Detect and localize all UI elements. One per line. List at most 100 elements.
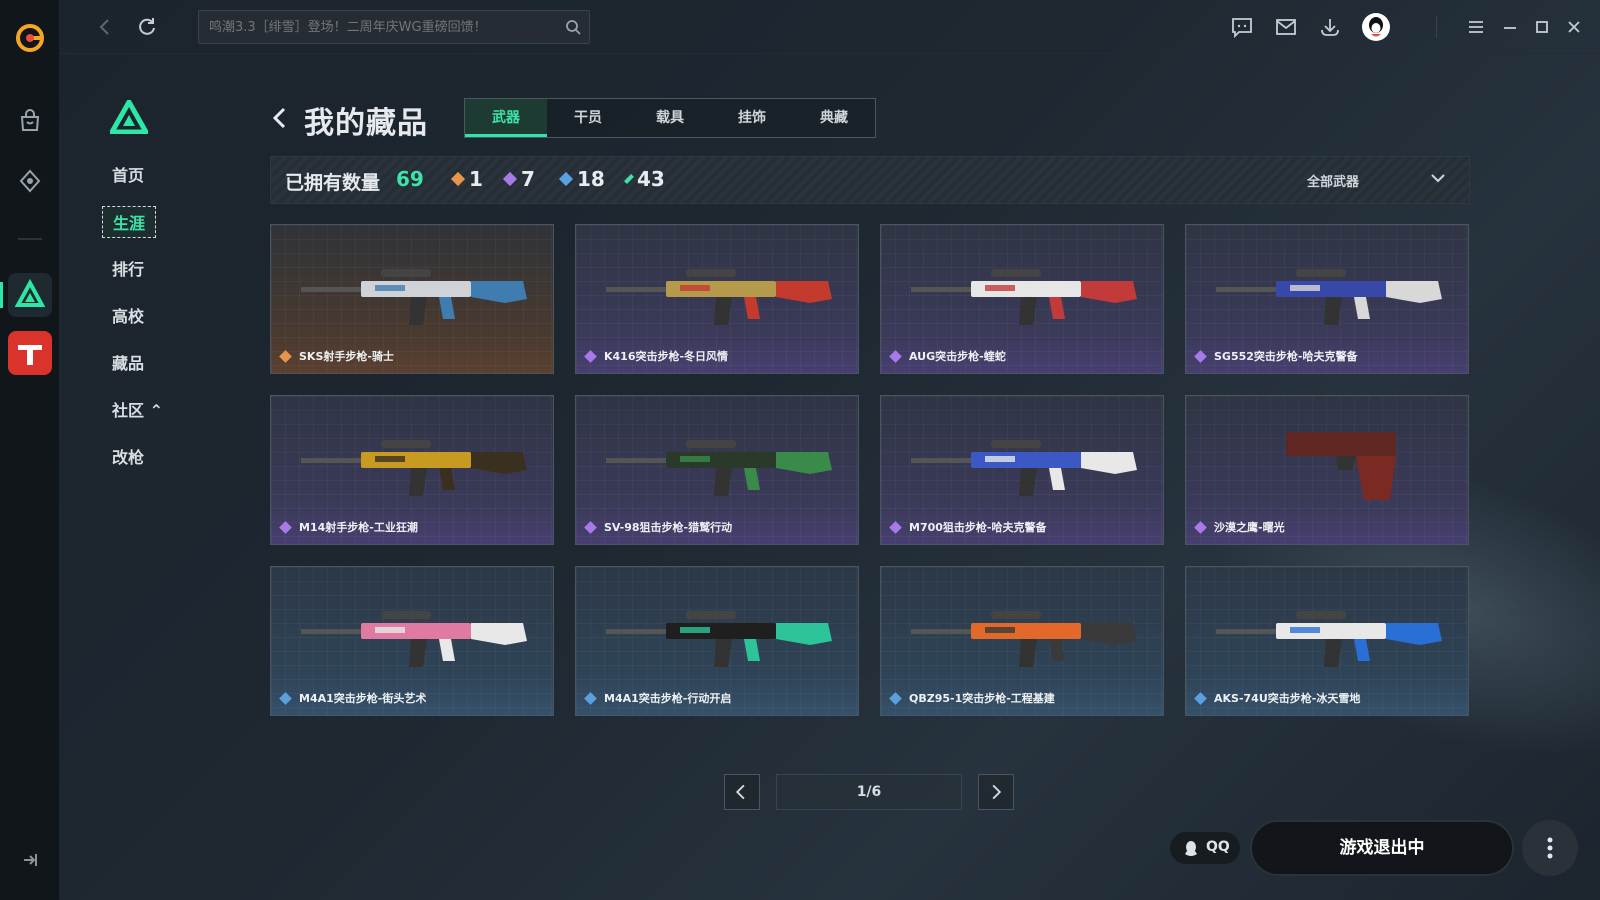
chevron-right-icon (992, 784, 1002, 800)
weapon-image (301, 440, 527, 496)
rarity-count-purple: 7 (502, 167, 535, 191)
weapon-image (606, 611, 832, 667)
delta-force-game-icon[interactable] (8, 273, 52, 317)
page-title: 我的藏品 (304, 106, 428, 141)
weapon-card[interactable]: M4A1突击步枪-行动开启 (575, 566, 859, 716)
minimize-icon[interactable] (1498, 15, 1522, 39)
vertical-dots-icon (1547, 837, 1553, 859)
purple-rarity-icon (502, 171, 518, 187)
maximize-icon[interactable] (1530, 15, 1554, 39)
sidebar-item-collection[interactable]: 藏品 (112, 350, 144, 374)
weapon-image (301, 269, 527, 325)
chat-icon[interactable] (1230, 15, 1254, 39)
sidebar-item-career[interactable]: 生涯 (102, 206, 157, 238)
rarity-count-blue: 18 (558, 167, 605, 191)
weapon-image (1216, 611, 1442, 667)
weapon-name: QBZ95-1突击步枪-工程基建 (909, 692, 1055, 705)
delta-force-logo-icon (110, 100, 148, 134)
weapon-image (606, 269, 832, 325)
weapon-card[interactable]: SG552突击步枪-哈夫克警备 (1185, 224, 1469, 374)
collection-tabs: 武器 干员 载具 挂饰 典藏 (464, 98, 876, 138)
qq-label: QQ (1206, 839, 1230, 855)
user-avatar[interactable] (1362, 13, 1390, 41)
game-sidebar: 首页 生涯 排行 高校 藏品 社区 ⌃ 改枪 (60, 54, 210, 900)
weapon-card[interactable]: AUG突击步枪-蝰蛇 (880, 224, 1164, 374)
weapon-name: M14射手步枪-工业狂潮 (299, 521, 418, 534)
game-shortcut-icon[interactable] (8, 331, 52, 375)
tab-operators[interactable]: 干员 (547, 99, 629, 137)
collection-stats-bar: 已拥有数量 69 1 7 18 43 全部武器 (270, 156, 1470, 204)
chevron-down-icon (1431, 174, 1445, 183)
weapon-name: SV-98狙击步枪-猎鹫行动 (604, 521, 733, 534)
tab-weapons[interactable]: 武器 (465, 99, 547, 137)
tab-charms[interactable]: 挂饰 (711, 99, 793, 137)
active-indicator (0, 282, 3, 308)
weapon-image (911, 269, 1137, 325)
weapon-card[interactable]: 沙漠之鹰-曙光 (1185, 395, 1469, 545)
weapon-name: M4A1突击步枪-街头艺术 (299, 692, 427, 705)
search-icon[interactable] (565, 19, 581, 35)
weapon-name: SG552突击步枪-哈夫克警备 (1214, 350, 1358, 363)
discover-icon[interactable] (17, 168, 43, 194)
rarity-count-gold: 1 (450, 167, 483, 191)
rarity-count-value: 1 (469, 167, 483, 191)
weapon-card[interactable]: K416突击步枪-冬日风情 (575, 224, 859, 374)
owned-count-total: 69 (396, 167, 424, 191)
rarity-count-value: 43 (637, 167, 665, 191)
weapon-image (911, 611, 1137, 667)
tab-archive[interactable]: 典藏 (793, 99, 875, 137)
sidebar-item-home[interactable]: 首页 (112, 162, 144, 186)
weapon-name: 沙漠之鹰-曙光 (1214, 521, 1285, 534)
blue-rarity-icon (558, 171, 574, 187)
weapon-name: AKS-74U突击步枪-冰天雪地 (1214, 692, 1361, 705)
close-icon[interactable] (1562, 15, 1586, 39)
weapon-image (1216, 269, 1442, 325)
search-bar[interactable] (198, 10, 590, 44)
tab-vehicles[interactable]: 载具 (629, 99, 711, 137)
rarity-count-green: 43 (624, 167, 665, 191)
shop-bag-icon[interactable] (17, 108, 43, 134)
app-window: 首页 生涯 排行 高校 藏品 社区 ⌃ 改枪 我的藏品 武器 干员 载具 挂饰 … (0, 0, 1600, 900)
menu-icon[interactable] (1464, 15, 1488, 39)
chevron-left-icon (735, 784, 745, 800)
filter-label: 全部武器 (1307, 175, 1360, 190)
top-bar (60, 0, 1600, 54)
weapon-card[interactable]: M4A1突击步枪-街头艺术 (270, 566, 554, 716)
weapon-image (1286, 432, 1396, 500)
weapon-image (301, 611, 527, 667)
download-icon[interactable] (1318, 15, 1342, 39)
weapon-image (606, 440, 832, 496)
next-page-button[interactable] (978, 774, 1014, 810)
weapon-card[interactable]: SKS射手步枪-骑士 (270, 224, 554, 374)
weapon-card[interactable]: M700狙击步枪-哈夫克警备 (880, 395, 1164, 545)
sidebar-item-community[interactable]: 社区 ⌃ (112, 397, 163, 421)
mail-icon[interactable] (1274, 15, 1298, 39)
weapon-card[interactable]: AKS-74U突击步枪-冰天雪地 (1185, 566, 1469, 716)
gold-rarity-icon (450, 171, 466, 187)
sidebar-item-colleges[interactable]: 高校 (112, 303, 144, 327)
green-rarity-icon (624, 174, 634, 184)
weapon-card[interactable]: SV-98狙击步枪-猎鹫行动 (575, 395, 859, 545)
app-logo-icon[interactable] (14, 22, 46, 54)
sidebar-item-gunsmith[interactable]: 改枪 (112, 444, 144, 468)
expand-sidebar-icon[interactable] (20, 850, 40, 870)
back-nav-icon[interactable] (92, 14, 118, 40)
toolbar-divider (1436, 16, 1437, 38)
owned-count-label: 已拥有数量 (285, 172, 381, 194)
more-options-button[interactable] (1522, 820, 1578, 876)
back-arrow-icon[interactable] (270, 106, 290, 130)
weapon-card[interactable]: QBZ95-1突击步枪-工程基建 (880, 566, 1164, 716)
weapon-filter-dropdown[interactable]: 全部武器 (1307, 171, 1447, 190)
launch-game-button[interactable]: 游戏退出中 (1250, 820, 1514, 876)
weapon-name: M4A1突击步枪-行动开启 (604, 692, 732, 705)
prev-page-button[interactable] (724, 774, 760, 810)
rail-separator (18, 238, 42, 240)
weapon-name: SKS射手步枪-骑士 (299, 350, 394, 363)
sidebar-item-ranking[interactable]: 排行 (112, 256, 144, 280)
weapon-card[interactable]: M14射手步枪-工业狂潮 (270, 395, 554, 545)
qq-login-button[interactable]: QQ (1170, 832, 1240, 864)
pagination: 1/6 (724, 774, 1014, 810)
page-indicator: 1/6 (776, 774, 962, 810)
refresh-icon[interactable] (134, 14, 160, 40)
search-input[interactable] (209, 17, 559, 37)
